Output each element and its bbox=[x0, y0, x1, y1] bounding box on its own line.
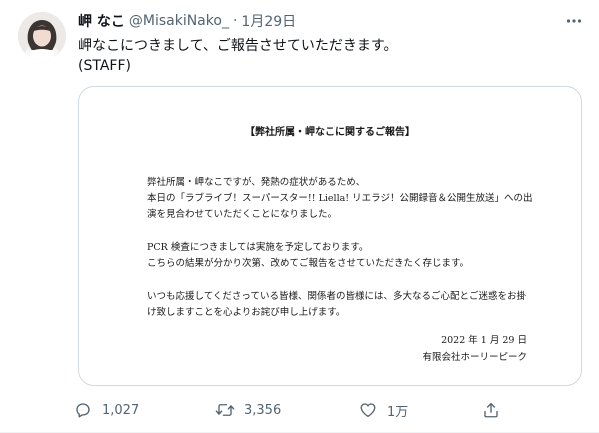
avatar[interactable] bbox=[18, 12, 66, 60]
notice-spacer bbox=[147, 272, 532, 289]
notice-line: 弊社所属・岬なこですが、発熱の症状があるため、 bbox=[147, 177, 366, 188]
like-icon bbox=[357, 399, 379, 421]
like-button[interactable]: 1万 bbox=[357, 396, 408, 424]
retweet-count: 3,356 bbox=[244, 402, 282, 418]
reply-button[interactable]: 1,027 bbox=[72, 396, 139, 424]
user-handle[interactable]: @MisakiNako_ bbox=[129, 13, 229, 29]
tweet-text-line: (STAFF) bbox=[78, 58, 131, 74]
tweet-text: 岬なこにつきまして、ご報告させていただきます。 (STAFF) bbox=[78, 36, 397, 76]
notice-line: こちらの結果が分かり次第、改めてご報告をさせていただきたく存じます。 bbox=[147, 258, 470, 269]
more-icon bbox=[566, 19, 582, 23]
tweet[interactable]: 岬 なこ @MisakiNako_ · 1月29日 岬なこにつきまして、ご報告さ… bbox=[0, 0, 599, 433]
tweet-text-line: 岬なこにつきまして、ご報告させていただきます。 bbox=[78, 38, 398, 54]
tweet-date[interactable]: 1月29日 bbox=[241, 11, 296, 31]
notice-line: いつも応援してくださっている皆様、関係者の皆様には、多大なるご心配とご迷惑をお掛 bbox=[147, 291, 526, 302]
notice-title: 【弊社所属・岬なこに関するご報告】 bbox=[245, 127, 415, 138]
reply-count: 1,027 bbox=[102, 402, 140, 418]
avatar-image bbox=[18, 12, 66, 60]
tweet-header: 岬 なこ @MisakiNako_ · 1月29日 bbox=[78, 11, 296, 31]
reply-icon bbox=[72, 399, 94, 421]
more-button[interactable] bbox=[561, 10, 587, 32]
share-icon bbox=[480, 399, 502, 421]
notice-line: 演を見合わせていただくことになりました。 bbox=[147, 209, 338, 220]
notice-line: け致しますことを心よりお詫び申し上げます。 bbox=[147, 307, 346, 318]
attached-image[interactable]: 【弊社所属・岬なこに関するご報告】 弊社所属・岬なこですが、発熱の症状があるため… bbox=[78, 86, 582, 386]
notice-spacer bbox=[147, 223, 532, 240]
like-count: 1万 bbox=[387, 404, 409, 420]
retweet-button[interactable]: 3,356 bbox=[214, 396, 281, 424]
retweet-icon bbox=[214, 399, 236, 421]
share-button[interactable] bbox=[480, 396, 510, 424]
notice-signature: 2022 年 1 月 29 日 有限会社ホーリーピーク bbox=[422, 332, 527, 366]
notice-body: 弊社所属・岬なこですが、発熱の症状があるため、 本日の「ラブライブ！スーパースタ… bbox=[147, 175, 532, 321]
display-name[interactable]: 岬 なこ bbox=[78, 11, 125, 31]
notice-date: 2022 年 1 月 29 日 bbox=[441, 335, 527, 346]
separator-dot: · bbox=[232, 13, 238, 29]
notice-company: 有限会社ホーリーピーク bbox=[422, 352, 527, 363]
notice-line: PCR 検査につきましては実施を予定しております。 bbox=[147, 242, 369, 253]
notice-line: 本日の「ラブライブ！スーパースター!! Liella! リエラジ！公開録音＆公開… bbox=[147, 193, 533, 204]
tweet-actions: 1,027 3,356 1万 bbox=[72, 396, 512, 424]
